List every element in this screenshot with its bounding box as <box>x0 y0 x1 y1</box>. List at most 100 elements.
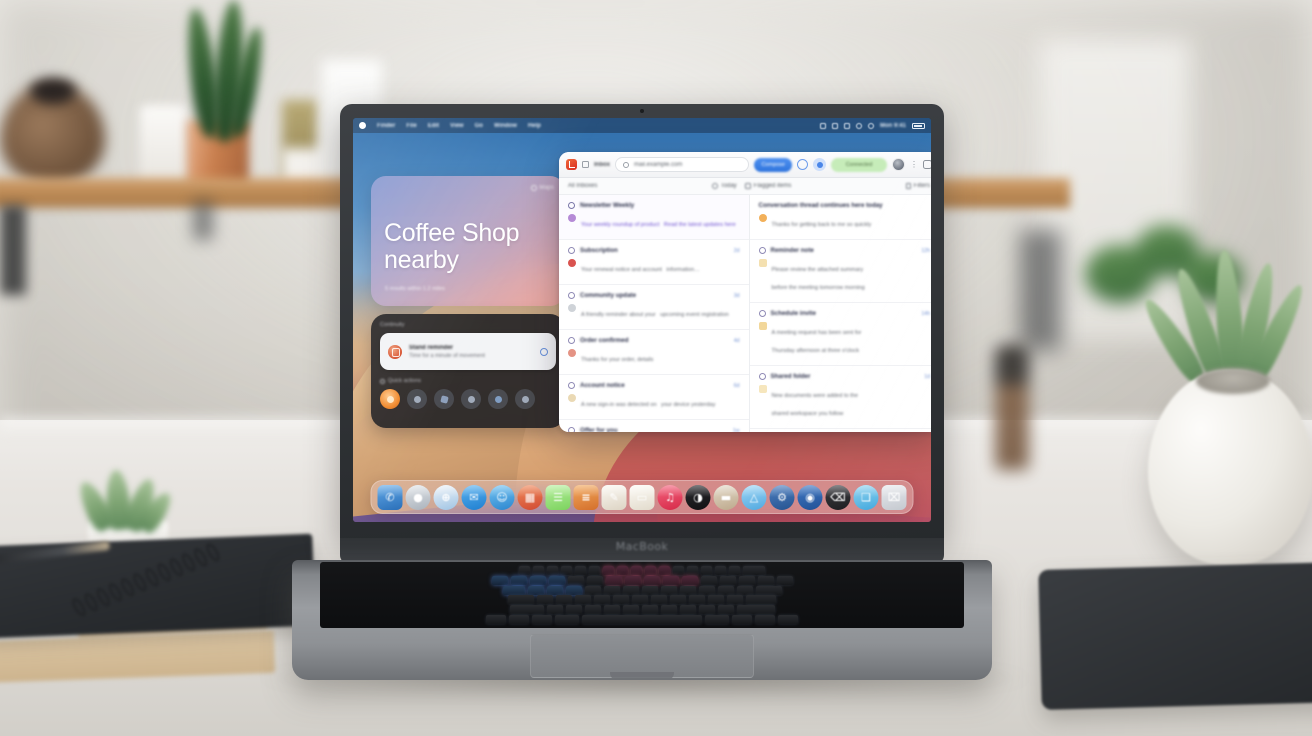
avatar[interactable] <box>892 158 905 171</box>
key[interactable] <box>705 615 729 625</box>
key[interactable] <box>509 605 544 615</box>
key[interactable] <box>622 605 639 615</box>
key[interactable] <box>589 565 600 575</box>
compose-button[interactable]: Compose <box>754 157 792 172</box>
key[interactable] <box>700 575 717 585</box>
quick-actions-row[interactable] <box>380 389 556 409</box>
key[interactable] <box>546 605 563 615</box>
key[interactable] <box>673 565 684 575</box>
browser-subbar[interactable]: All Inboxes Today Flagged items Filters <box>559 178 931 195</box>
key[interactable] <box>736 585 753 595</box>
menu-bar-status-area[interactable]: Mon 9:41 <box>819 122 925 129</box>
key[interactable] <box>717 605 734 615</box>
key[interactable] <box>631 565 642 575</box>
key[interactable] <box>532 615 552 625</box>
subbar-right[interactable]: Filters <box>905 183 930 189</box>
key[interactable] <box>746 595 776 605</box>
keyboard-row[interactable] <box>326 605 958 615</box>
key[interactable] <box>603 565 614 575</box>
browser-toolbar[interactable]: Inbox mail.example.com Compose Connected… <box>559 152 931 178</box>
app-logo-icon[interactable] <box>566 159 577 170</box>
keyboard-row[interactable] <box>326 615 958 625</box>
key[interactable] <box>565 585 582 595</box>
wifi-icon[interactable] <box>819 122 826 129</box>
key[interactable] <box>641 605 658 615</box>
dock-item-system-settings[interactable]: ⚙ <box>769 484 795 510</box>
menu-item-go[interactable]: Go <box>475 123 483 129</box>
key[interactable] <box>643 575 660 585</box>
key[interactable] <box>561 565 572 575</box>
dock-item-podcasts[interactable]: ◑ <box>685 484 711 510</box>
menu-item-finder[interactable]: Finder <box>377 123 395 129</box>
menu-item-edit[interactable]: Edit <box>428 123 439 129</box>
key[interactable] <box>698 585 715 595</box>
subbar-chip-today[interactable]: Today <box>711 183 737 189</box>
address-bar[interactable]: mail.example.com <box>615 157 750 172</box>
quick-action-screen-mirror[interactable] <box>515 389 535 409</box>
bluetooth-icon[interactable] <box>831 122 838 129</box>
list-item[interactable]: Reminder note 12h Please review the atta… <box>749 240 931 303</box>
key[interactable] <box>679 585 696 595</box>
menu-bar[interactable]: Finder File Edit View Go Window Help Mon… <box>353 118 931 133</box>
keyboard-row[interactable] <box>326 565 958 575</box>
key[interactable] <box>603 585 620 595</box>
key[interactable] <box>533 565 544 575</box>
sidebar-icon[interactable] <box>582 161 589 168</box>
keyboard-row[interactable] <box>326 575 958 585</box>
list-item[interactable]: Newsletter Weekly Your weekly roundup of… <box>559 195 749 240</box>
key[interactable] <box>687 565 698 575</box>
key[interactable] <box>582 615 702 625</box>
list-item[interactable]: Weekly digest 2d Here is what happened a… <box>750 429 932 432</box>
key[interactable] <box>622 585 639 595</box>
more-icon[interactable]: ⋮ <box>910 160 918 169</box>
key[interactable] <box>738 575 755 585</box>
dock[interactable]: ✆ ● ⊕ ✉ ☺ ▦ ☰ ≡ ✎ ▭ ♫ ◑ ▬ △ ⚙ ◉ ⌫ ❑ ⌧ <box>370 480 914 514</box>
dock-item-keynote[interactable]: ◉ <box>797 484 823 510</box>
key[interactable] <box>732 615 752 625</box>
key[interactable] <box>586 575 603 585</box>
dock-item-pages[interactable]: ✎ <box>601 484 627 510</box>
key[interactable] <box>659 565 670 575</box>
message-list-right[interactable]: Conversation thread continues here today… <box>749 195 932 432</box>
extension-icon[interactable] <box>923 160 931 169</box>
dock-item-notes[interactable]: ☰ <box>545 484 571 510</box>
key[interactable] <box>755 615 775 625</box>
key[interactable] <box>660 605 677 615</box>
dock-item-trash[interactable]: ⌧ <box>881 484 907 510</box>
key[interactable] <box>729 565 740 575</box>
key[interactable] <box>529 575 546 585</box>
key[interactable] <box>605 575 622 585</box>
key[interactable] <box>537 595 553 605</box>
key[interactable] <box>491 575 508 585</box>
list-item[interactable]: Account notice 6d A new sign-in was dete… <box>559 375 749 420</box>
quick-action-sound[interactable] <box>461 389 481 409</box>
key[interactable] <box>486 615 506 625</box>
key[interactable] <box>575 595 591 605</box>
refresh-icon[interactable] <box>797 159 808 170</box>
list-item[interactable]: Shared folder 1d New documents were adde… <box>749 366 931 429</box>
key[interactable] <box>632 595 648 605</box>
subbar-center[interactable]: Today Flagged items <box>711 183 791 189</box>
key[interactable] <box>508 595 534 605</box>
dock-item-safari[interactable]: ⊕ <box>433 484 459 510</box>
filter-icon[interactable] <box>813 158 826 171</box>
list-item[interactable]: Offer for you 1w Exclusive discount on y… <box>559 420 749 432</box>
keyboard[interactable] <box>320 562 964 628</box>
key[interactable] <box>624 575 641 585</box>
menu-item-view[interactable]: View <box>450 123 464 129</box>
key[interactable] <box>679 605 696 615</box>
keyboard-row[interactable] <box>326 595 958 605</box>
keyboard-row[interactable] <box>326 585 958 595</box>
control-panel-widget[interactable]: Continuity Stand reminder Time for a min… <box>371 314 565 428</box>
key[interactable] <box>527 585 544 595</box>
search-icon[interactable] <box>855 122 862 129</box>
key[interactable] <box>617 565 628 575</box>
browser-tab-label[interactable]: Inbox <box>594 162 610 168</box>
dock-item-music[interactable]: ♫ <box>657 484 683 510</box>
key[interactable] <box>778 615 798 625</box>
list-item[interactable]: Order confirmed 4d Thanks for your order… <box>559 330 749 375</box>
message-list-left[interactable]: Newsletter Weekly Your weekly roundup of… <box>559 195 750 432</box>
key[interactable] <box>510 575 527 585</box>
dock-item-terminal[interactable]: ⌫ <box>825 484 851 510</box>
key[interactable] <box>719 575 736 585</box>
